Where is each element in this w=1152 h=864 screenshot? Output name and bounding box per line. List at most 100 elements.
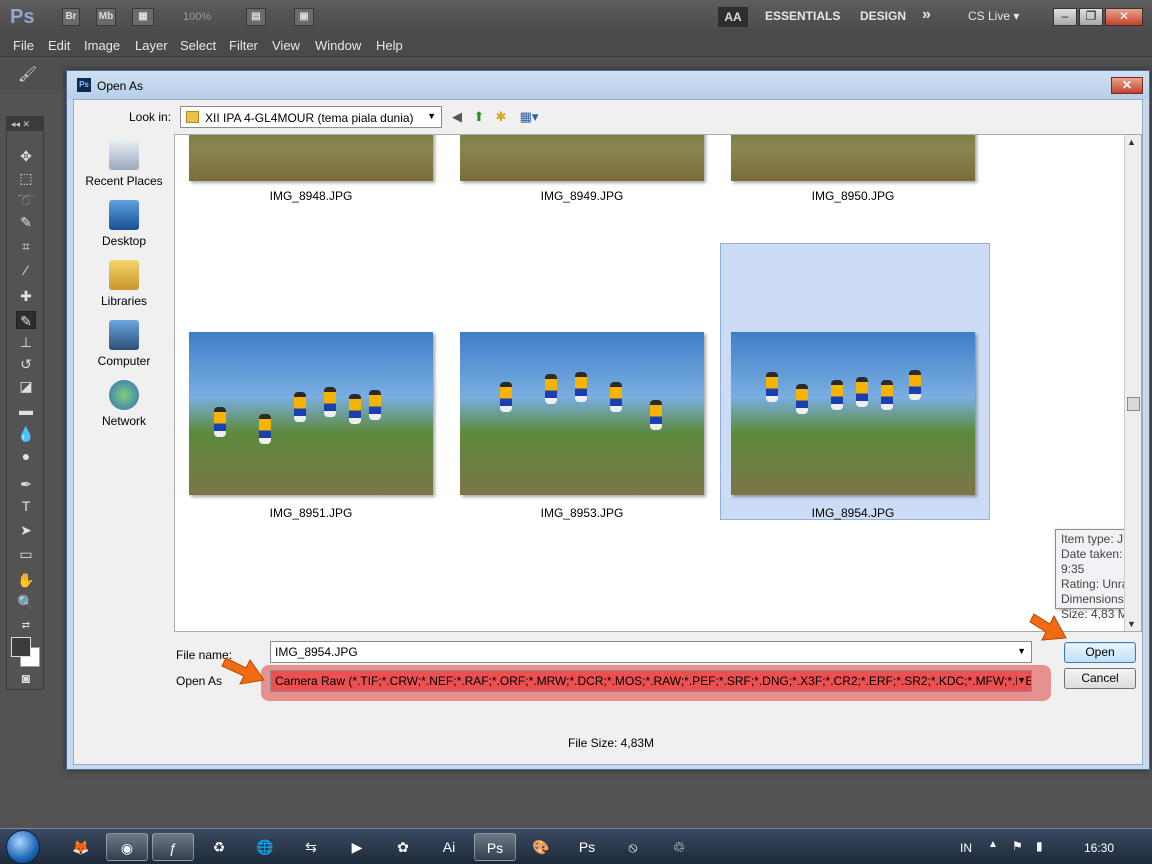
place-libraries[interactable]: Libraries — [74, 260, 174, 308]
view-extras-icon[interactable]: ▦ — [132, 8, 154, 26]
file-item[interactable]: IMG_8948.JPG — [189, 135, 433, 203]
open-as-format-select[interactable]: Camera Raw (*.TIF;*.CRW;*.NEF;*.RAF;*.OR… — [270, 670, 1032, 692]
tools-panel-header[interactable]: ◂◂ ✕ — [7, 117, 43, 131]
file-name-label: File name: — [176, 648, 233, 662]
scroll-down-icon[interactable]: ▼ — [1127, 619, 1136, 629]
file-list-view[interactable]: IMG_8948.JPG IMG_8949.JPG IMG_8950.JPG I… — [174, 134, 1142, 632]
dodge-tool-icon[interactable]: ● — [16, 447, 36, 465]
eraser-tool-icon[interactable]: ◪ — [16, 377, 36, 395]
brush-tool-icon[interactable]: ✎ — [16, 311, 36, 329]
up-folder-icon[interactable]: ⬆ — [470, 108, 488, 126]
quick-mask-icon[interactable]: ◙ — [16, 669, 36, 687]
foreground-color-swatch[interactable] — [11, 637, 31, 657]
recycle-icon[interactable]: ♲ — [658, 833, 700, 861]
restore-icon[interactable]: ❐ — [1079, 8, 1103, 26]
menu-view[interactable]: View — [272, 38, 300, 53]
cancel-button[interactable]: Cancel — [1064, 668, 1136, 689]
eyedropper-tool-icon[interactable]: ⁄ — [16, 261, 36, 279]
flash-icon[interactable]: ƒ — [152, 833, 194, 861]
look-in-dropdown[interactable]: XII IPA 4-GL4MOUR (tema piala dunia) ▼ — [180, 106, 442, 128]
mini-bridge-button[interactable]: Mb — [96, 8, 116, 26]
media-player-icon[interactable]: ▶ — [336, 833, 378, 861]
file-name-value: IMG_8954.JPG — [275, 645, 358, 659]
clone-stamp-tool-icon[interactable]: ⊥ — [16, 333, 36, 351]
new-folder-icon[interactable]: ✱ — [492, 108, 510, 126]
acrobat-icon[interactable]: ✿ — [382, 833, 424, 861]
history-brush-tool-icon[interactable]: ↺ — [16, 355, 36, 373]
brush-preset-icon[interactable]: 🖌 — [18, 65, 37, 83]
screen-mode-icon[interactable]: ▣ — [294, 8, 314, 26]
more-workspaces-icon[interactable]: » — [922, 6, 931, 24]
photoshop-taskbar-icon[interactable]: Ps — [474, 833, 516, 861]
dialog-title-bar[interactable]: Ps Open As ✕ — [67, 71, 1149, 99]
scrollbar-thumb[interactable] — [1127, 397, 1140, 411]
hand-tool-icon[interactable]: ✋ — [16, 571, 36, 589]
menu-filter[interactable]: Filter — [229, 38, 258, 53]
place-computer[interactable]: Computer — [74, 320, 174, 368]
pen-tool-icon[interactable]: ✒ — [16, 475, 36, 493]
file-name-input[interactable]: IMG_8954.JPG ▼ — [270, 641, 1032, 663]
file-item[interactable]: IMG_8949.JPG — [460, 135, 704, 203]
crop-tool-icon[interactable]: ⌗ — [16, 237, 36, 255]
app-close-icon[interactable]: ✕ — [1105, 8, 1143, 26]
photoshop-alt-icon[interactable]: Ps — [566, 833, 608, 861]
place-network[interactable]: Network — [74, 380, 174, 428]
shape-tool-icon[interactable]: ▭ — [16, 545, 36, 563]
open-button[interactable]: Open — [1064, 642, 1136, 663]
menu-window[interactable]: Window — [315, 38, 361, 53]
swap-colors-icon[interactable]: ⇄ — [16, 617, 36, 635]
menu-layer[interactable]: Layer — [135, 38, 168, 53]
file-item[interactable]: IMG_8953.JPG — [460, 332, 704, 520]
menu-select[interactable]: Select — [180, 38, 216, 53]
file-item[interactable]: IMG_8951.JPG — [189, 332, 433, 520]
workspace-design[interactable]: DESIGN — [860, 9, 906, 23]
path-selection-tool-icon[interactable]: ➤ — [16, 521, 36, 539]
open-as-format-value: Camera Raw (*.TIF;*.CRW;*.NEF;*.RAF;*.OR… — [275, 674, 1031, 688]
menu-image[interactable]: Image — [84, 38, 120, 53]
type-tool-icon[interactable]: T — [16, 497, 36, 515]
chrome-icon[interactable]: ◉ — [106, 833, 148, 861]
blocked-icon[interactable]: ⦸ — [612, 833, 654, 861]
photoshop-mini-icon: Ps — [77, 78, 91, 92]
file-item[interactable]: IMG_8950.JPG — [731, 135, 975, 203]
place-desktop[interactable]: Desktop — [74, 200, 174, 248]
network-status-icon[interactable]: ▮ — [1036, 839, 1043, 853]
blur-tool-icon[interactable]: 💧 — [16, 425, 36, 443]
clock[interactable]: 16:30 — [1084, 841, 1114, 855]
paint-icon[interactable]: 🎨 — [520, 833, 562, 861]
start-button[interactable] — [6, 830, 40, 864]
dialog-close-button[interactable]: ✕ — [1111, 77, 1143, 94]
arrange-documents-icon[interactable]: ▤ — [246, 8, 266, 26]
illustrator-icon[interactable]: Ai — [428, 833, 470, 861]
workspace-essentials[interactable]: ESSENTIALS — [765, 9, 840, 23]
zoom-tool-icon[interactable]: 🔍 — [16, 593, 36, 611]
marquee-tool-icon[interactable]: ⬚ — [16, 169, 36, 187]
aa-workspace-button[interactable]: AA — [718, 7, 748, 27]
file-item-selected[interactable]: IMG_8954.JPG — [731, 332, 975, 520]
input-language[interactable]: IN — [960, 841, 972, 855]
teamviewer-icon[interactable]: ⇆ — [290, 833, 332, 861]
minimize-icon[interactable]: – — [1053, 8, 1077, 26]
scroll-up-icon[interactable]: ▲ — [1127, 137, 1136, 147]
zoom-level[interactable]: 100% — [183, 11, 211, 23]
view-menu-icon[interactable]: ▦▾ — [514, 108, 544, 126]
lasso-tool-icon[interactable]: ➰ — [16, 191, 36, 209]
menu-help[interactable]: Help — [376, 38, 403, 53]
cs-live-menu[interactable]: CS Live ▾ — [968, 9, 1019, 23]
healing-brush-tool-icon[interactable]: ✚ — [16, 287, 36, 305]
back-icon[interactable]: ◀ — [448, 108, 466, 126]
menu-file[interactable]: File — [13, 38, 34, 53]
menu-edit[interactable]: Edit — [48, 38, 70, 53]
quick-selection-tool-icon[interactable]: ✎ — [16, 213, 36, 231]
gradient-tool-icon[interactable]: ▬ — [16, 401, 36, 419]
tray-expand-icon[interactable]: ▲ — [988, 839, 998, 850]
media-icon[interactable]: ♻ — [198, 833, 240, 861]
firefox-icon[interactable]: 🦊 — [60, 833, 102, 861]
network-tool-icon[interactable]: 🌐 — [244, 833, 286, 861]
place-recent-places[interactable]: Recent Places — [74, 140, 174, 188]
action-center-icon[interactable]: ⚑ — [1012, 839, 1023, 853]
file-size-readout: File Size: 4,83M — [568, 736, 655, 750]
bridge-button[interactable]: Br — [62, 8, 80, 26]
vertical-scrollbar[interactable]: ▲ ▼ — [1124, 135, 1141, 631]
move-tool-icon[interactable]: ✥ — [16, 147, 36, 165]
